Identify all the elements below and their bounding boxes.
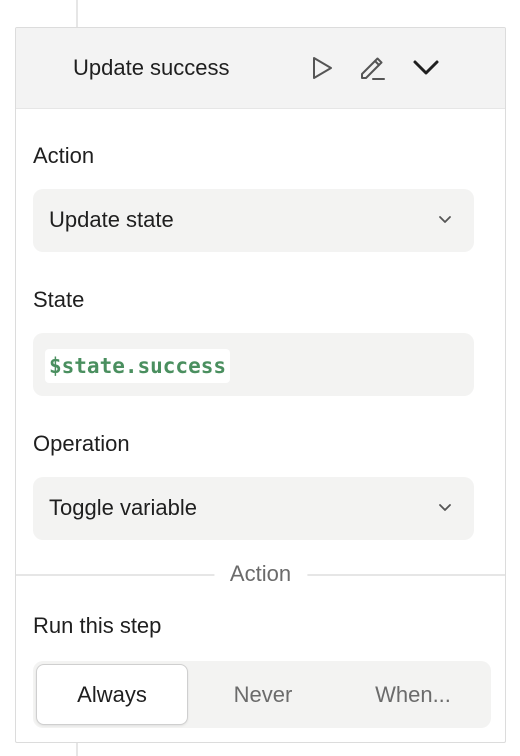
play-icon [313,57,332,79]
step-panel: Update success Action Update state State… [15,27,506,743]
run-condition-toggle: Always Never When... [33,661,491,728]
collapse-button[interactable] [410,52,442,84]
option-never[interactable]: Never [188,664,338,725]
operation-label: Operation [33,431,130,456]
edit-step-button[interactable] [356,52,388,84]
run-step-label: Run this step [33,613,162,638]
action-select[interactable]: Update state [33,189,474,252]
step-title: Update success [73,55,230,80]
operation-select[interactable]: Toggle variable [33,477,474,540]
step-header[interactable]: Update success [16,28,505,109]
pencil-icon [361,57,385,80]
chevron-down-icon [413,60,439,75]
canvas: Update success Action Update state State… [0,0,520,756]
operation-value: Toggle variable [49,495,197,520]
option-always[interactable]: Always [36,664,188,725]
divider-label: Action [213,560,308,588]
state-input[interactable]: $state.success [33,333,474,396]
action-value: Update state [49,207,174,232]
state-code-chip: $state.success [45,349,231,383]
run-step-button[interactable] [306,52,338,84]
chevron-down-icon [439,216,451,223]
chevron-down-icon [439,504,451,511]
option-when[interactable]: When... [338,664,488,725]
action-label: Action [33,143,95,168]
state-label: State [33,287,85,312]
